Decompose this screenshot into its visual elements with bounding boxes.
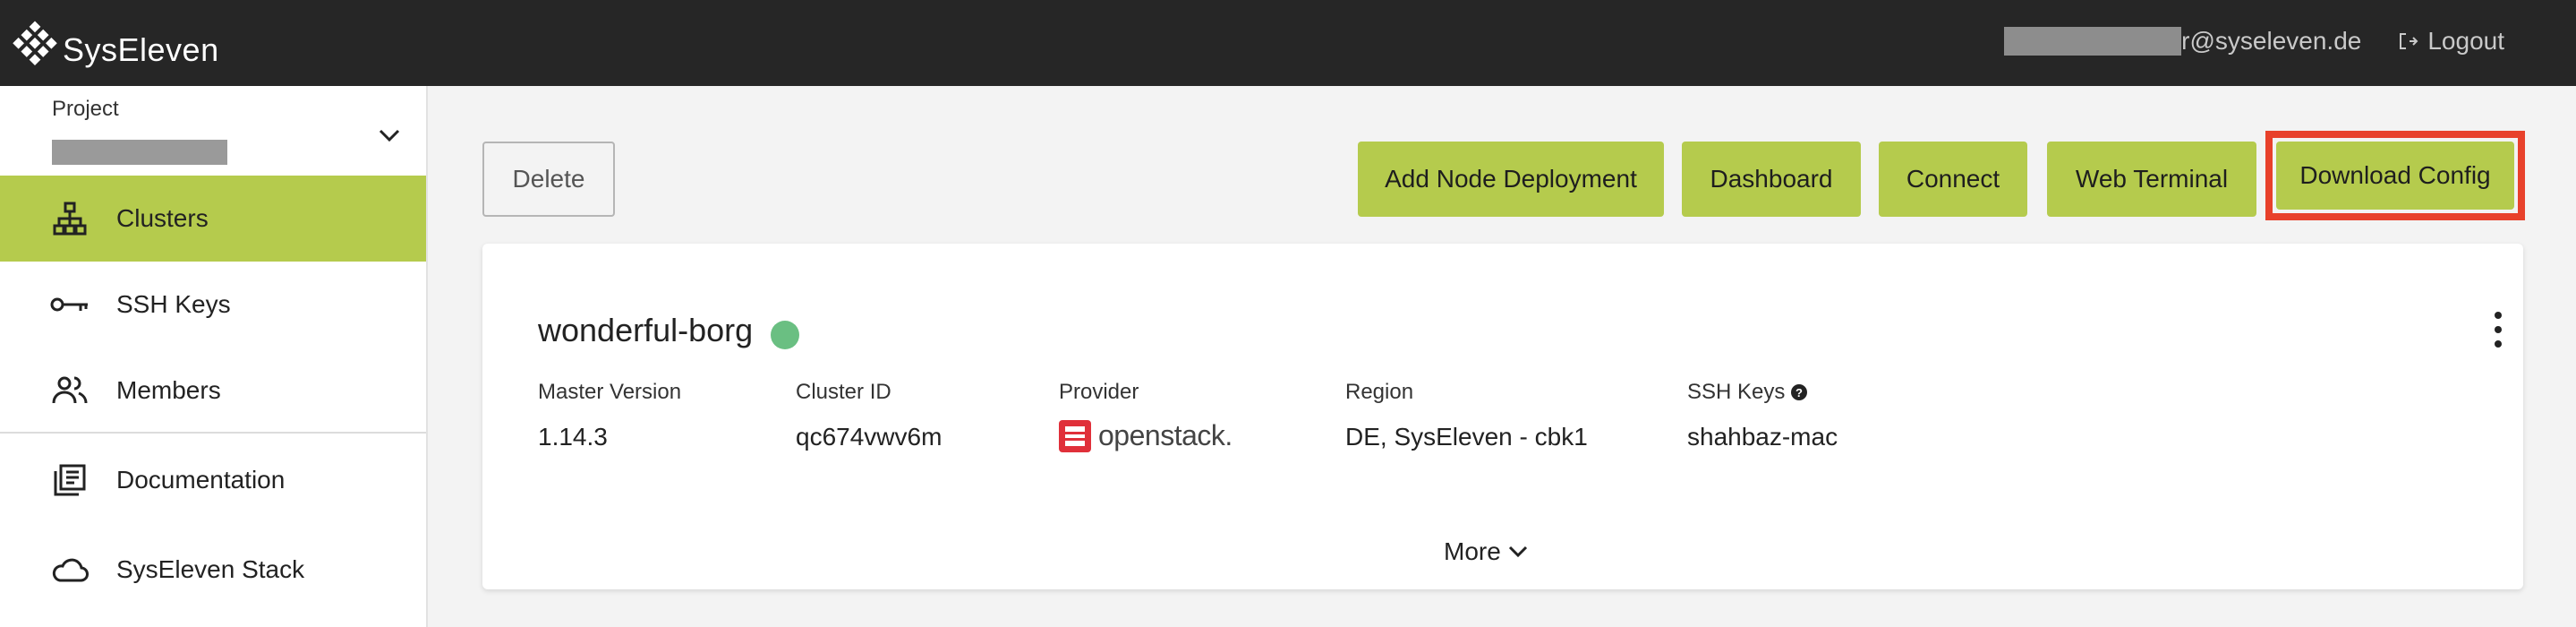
help-icon[interactable]: ? <box>1790 383 1808 401</box>
cluster-id-label: Cluster ID <box>796 380 891 404</box>
provider-label: Provider <box>1059 380 1139 404</box>
user-email: r@syseleven.de <box>2181 27 2362 55</box>
logout-icon <box>2400 33 2418 49</box>
more-toggle[interactable]: More <box>1444 537 1528 566</box>
logout-label: Logout <box>2427 27 2504 55</box>
cluster-card: wonderful-borg Master Version Cluster ID… <box>482 244 2523 589</box>
sidebar: Project Clusters SSH Keys Members Docume… <box>0 86 428 627</box>
syseleven-logo-icon <box>13 21 57 66</box>
sidebar-item-label: Members <box>116 376 221 404</box>
svg-text:?: ? <box>1796 386 1803 399</box>
library-books-icon <box>50 460 90 500</box>
region-label: Region <box>1345 380 1414 404</box>
master-version-label: Master Version <box>538 380 682 404</box>
key-icon <box>50 285 90 324</box>
sidebar-divider <box>0 432 426 434</box>
region-value: DE, SysEleven - cbk1 <box>1345 423 1588 451</box>
sidebar-item-syseleven-stack[interactable]: SysEleven Stack <box>0 527 426 613</box>
project-selector[interactable]: Project <box>52 97 401 168</box>
dashboard-button[interactable]: Dashboard <box>1682 142 1861 217</box>
sidebar-item-ssh-keys[interactable]: SSH Keys <box>0 262 426 348</box>
chevron-down-icon <box>1508 545 1527 558</box>
cluster-name[interactable]: wonderful-borg <box>538 312 753 349</box>
project-label: Project <box>52 97 119 121</box>
provider-value: openstack. <box>1098 419 1233 451</box>
project-name-redacted <box>52 140 227 165</box>
master-version-value: 1.14.3 <box>538 423 608 451</box>
sitemap-icon <box>50 199 90 238</box>
email-redacted <box>2004 27 2182 56</box>
sidebar-item-clusters[interactable]: Clusters <box>0 176 426 262</box>
users-icon <box>50 371 90 410</box>
more-label: More <box>1444 537 1501 565</box>
provider-openstack-logo: openstack. <box>1059 419 1233 452</box>
cloud-icon <box>50 550 90 589</box>
cluster-id-value: qc674vwv6m <box>796 423 943 451</box>
top-bar: SysEleven r@syseleven.de Logout <box>0 0 2576 86</box>
ssh-keys-header: SSH Keys ? <box>1687 380 1808 405</box>
logout-button[interactable]: Logout <box>2397 27 2504 56</box>
brand-name: SysEleven <box>63 31 219 68</box>
more-options-icon[interactable] <box>2491 312 2505 348</box>
download-config-highlight <box>2265 131 2525 220</box>
ssh-keys-label: SSH Keys <box>1687 380 1786 404</box>
user-area: r@syseleven.de Logout <box>2004 27 2504 56</box>
brand-logo[interactable]: SysEleven <box>11 13 219 75</box>
sidebar-item-members[interactable]: Members <box>0 348 426 434</box>
web-terminal-button[interactable]: Web Terminal <box>2047 142 2256 217</box>
chevron-down-icon <box>379 129 400 142</box>
sidebar-item-label: SSH Keys <box>116 290 231 318</box>
cluster-status-indicator <box>771 321 799 349</box>
delete-button[interactable]: Delete <box>482 142 615 217</box>
openstack-icon <box>1059 419 1091 452</box>
ssh-keys-value: shahbaz-mac <box>1687 423 1838 451</box>
sidebar-item-label: Clusters <box>116 204 209 232</box>
add-node-deployment-button[interactable]: Add Node Deployment <box>1358 142 1664 217</box>
connect-button[interactable]: Connect <box>1879 142 2027 217</box>
sidebar-item-documentation[interactable]: Documentation <box>0 437 426 523</box>
sidebar-item-label: Documentation <box>116 466 286 494</box>
sidebar-item-label: SysEleven Stack <box>116 555 305 583</box>
